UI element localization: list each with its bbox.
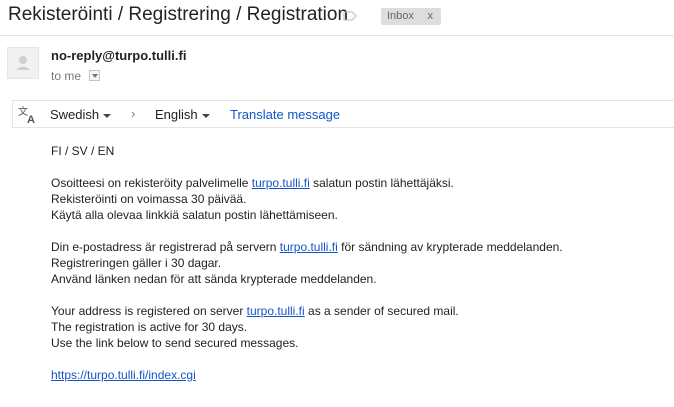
message-body: FI / SV / EN Osoitteesi on rekisteröity … — [51, 143, 563, 399]
avatar — [7, 47, 39, 79]
target-language-label: English — [155, 107, 198, 122]
target-language-select[interactable]: English — [155, 107, 210, 122]
fi-text: Osoitteesi on rekisteröity palvelimelle — [51, 176, 252, 190]
swedish-paragraph: Din e-postadress är registrerad på serve… — [51, 239, 563, 287]
inbox-label-badge: Inbox x — [381, 8, 441, 25]
fi-text: Rekisteröinti on voimassa 30 päivää. — [51, 192, 247, 206]
source-language-label: Swedish — [50, 107, 100, 122]
en-text: Use the link below to send secured messa… — [51, 336, 299, 350]
translate-message-link[interactable]: Translate message — [230, 107, 340, 122]
fi-text: salatun postin lähettäjäksi. — [309, 176, 454, 190]
index-url-link[interactable]: https://turpo.tulli.fi/index.cgi — [51, 368, 196, 382]
fi-server-link[interactable]: turpo.tulli.fi — [252, 176, 310, 190]
en-text: The registration is active for 30 days. — [51, 320, 248, 334]
language-arrow: › — [131, 106, 136, 121]
translate-bar: 文 A Swedish › English Translate message — [12, 100, 674, 128]
languages-line: FI / SV / EN — [51, 144, 115, 158]
translate-icon: 文 A — [18, 105, 35, 125]
fi-text: Käytä alla olevaa linkkiä salatun postin… — [51, 208, 338, 222]
sv-text: för sändning av krypterade meddelanden. — [337, 240, 563, 254]
avatar-person-icon — [16, 56, 30, 70]
en-text: Your address is registered on server — [51, 304, 247, 318]
label-tag-icon[interactable] — [343, 11, 357, 21]
dropdown-arrow-icon[interactable] — [89, 70, 100, 81]
en-text: as a sender of secured mail. — [304, 304, 459, 318]
sv-text: Din e-postadress är registrerad på serve… — [51, 240, 280, 254]
recipient-summary: to me — [51, 69, 82, 83]
sender-address[interactable]: no-reply@turpo.tulli.fi — [51, 48, 186, 63]
finnish-paragraph: Osoitteesi on rekisteröity palvelimelle … — [51, 175, 563, 223]
inbox-label-text: Inbox — [387, 10, 414, 22]
caret-down-icon — [201, 113, 210, 118]
en-server-link[interactable]: turpo.tulli.fi — [247, 304, 305, 318]
source-language-select[interactable]: Swedish — [50, 107, 112, 122]
english-paragraph: Your address is registered on server tur… — [51, 303, 563, 351]
email-subject: Rekisteröinti / Registrering / Registrat… — [8, 4, 349, 25]
remove-label-button[interactable]: x — [428, 10, 434, 22]
sv-text: Registreringen gäller i 30 dagar. — [51, 256, 222, 270]
sv-server-link[interactable]: turpo.tulli.fi — [280, 240, 338, 254]
sv-text: Använd länken nedan för att sända krypte… — [51, 272, 377, 286]
header-divider — [0, 35, 674, 36]
caret-down-icon — [103, 113, 112, 118]
svg-text:A: A — [27, 114, 35, 125]
